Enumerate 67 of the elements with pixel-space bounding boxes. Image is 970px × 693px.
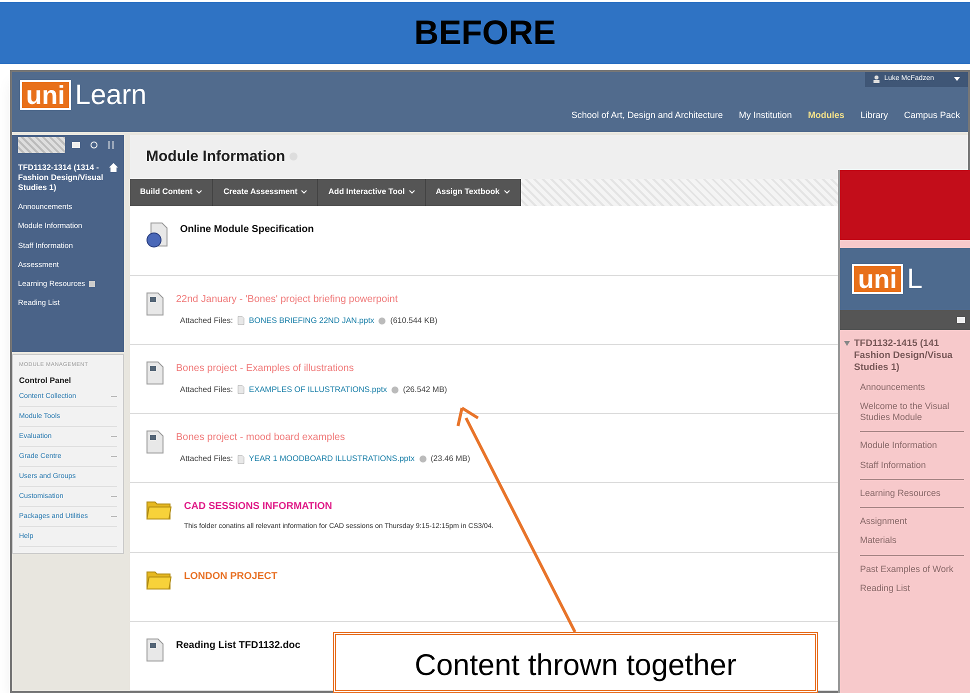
logo-uni: uni: [852, 264, 903, 294]
nav-tab[interactable]: My Institution: [738, 108, 792, 122]
document-icon: [146, 430, 164, 454]
sidebar-item[interactable]: Assignment: [860, 516, 960, 528]
page-title: Module Information: [146, 146, 286, 167]
content-item-title: Reading List TFD1132.doc: [176, 638, 300, 653]
document-icon: [146, 638, 164, 662]
document-icon: [236, 316, 245, 325]
toolbar-menu-button[interactable]: Build Content: [130, 178, 214, 206]
sidebar-item[interactable]: Materials: [860, 535, 960, 547]
content-item-title[interactable]: Bones project - mood board examples: [176, 430, 470, 445]
content-item-title[interactable]: 22nd January - 'Bones' project briefing powerpoint: [176, 292, 438, 306]
file-link[interactable]: BONES BRIEFING 22ND JAN.pptx: [248, 314, 374, 326]
document-icon: [146, 360, 164, 385]
logo-letter: L: [907, 265, 923, 293]
info-icon: [378, 316, 386, 324]
sidebar-item[interactable]: Learning Resources: [860, 488, 960, 500]
attached-files-label: Attached Files:: [180, 314, 233, 326]
sidebar-item[interactable]: Reading List: [860, 582, 960, 594]
file-size: (610.544 KB): [390, 314, 438, 326]
person-icon: [873, 75, 880, 84]
attached-files-label: Attached Files:: [180, 384, 233, 396]
file-link[interactable]: YEAR 1 MOODBOARD ILLUSTRATIONS.pptx: [248, 453, 415, 465]
folder-icon: [146, 499, 172, 522]
file-link[interactable]: EXAMPLES OF ILLUSTRATIONS.pptx: [248, 384, 388, 396]
sidebar-item[interactable]: Welcome to the Visual Studies Module: [860, 400, 960, 424]
course-title-line[interactable]: Studies 1): [854, 362, 953, 374]
folder-icon: [146, 568, 172, 590]
course-title-line[interactable]: Fashion Design/Visua: [854, 350, 953, 362]
sidebar-item[interactable]: Announcements: [860, 382, 960, 393]
content-item-title[interactable]: CAD SESSIONS INFORMATION: [184, 499, 494, 514]
toolbar-menu-button[interactable]: Add Interactive Tool: [318, 178, 426, 206]
caret-icon: [408, 190, 415, 194]
toolbar-menu-button[interactable]: Create Assessment: [213, 178, 318, 206]
sidebar-item[interactable]: Staff Information: [860, 460, 960, 471]
sidebar-item[interactable]: Module Information: [860, 440, 960, 452]
unilearn-logo: uni Learn: [20, 80, 147, 110]
content-item-title[interactable]: Bones project - Examples of illustrations: [176, 360, 448, 376]
course-title[interactable]: TFD1132-1314 (1314 - Fashion Design/Visual Studies 1): [18, 163, 105, 193]
banner-title: BEFORE: [414, 12, 556, 54]
file-size: (23.46 MB): [430, 453, 470, 465]
nav-tab[interactable]: School of Art, Design and Architecture: [571, 108, 723, 122]
callout-text: Content thrown together: [414, 648, 736, 684]
nav-tab[interactable]: Library: [860, 108, 888, 122]
caret-icon: [301, 190, 308, 194]
sidebar-item[interactable]: Past Examples of Work: [860, 564, 960, 575]
control-panel-title: Control Panel: [19, 375, 72, 388]
globe-document-icon: [146, 222, 168, 248]
document-icon: [236, 385, 245, 394]
content-item-title[interactable]: LONDON PROJECT: [184, 568, 278, 584]
info-icon: [418, 455, 427, 463]
hatched-bar: [18, 137, 65, 153]
window-icon[interactable]: [956, 316, 966, 324]
file-size: (26.542 MB): [403, 384, 448, 396]
document-icon: [146, 292, 164, 316]
nav-tab[interactable]: Campus Pack: [904, 108, 960, 122]
document-icon: [236, 454, 245, 464]
caret-icon: [504, 190, 510, 194]
content-item-title: Online Module Specification: [180, 223, 314, 238]
home-icon[interactable]: [109, 163, 118, 172]
course-title-line[interactable]: TFD1132-1415 (141: [854, 338, 953, 350]
caret-icon: [954, 77, 960, 82]
attached-files-label: Attached Files:: [180, 453, 233, 465]
toolbar-menu-button[interactable]: Assign Textbook: [426, 178, 521, 206]
info-icon: [391, 386, 400, 394]
nav-tab[interactable]: Modules: [808, 108, 844, 122]
caret-icon: [196, 190, 202, 194]
